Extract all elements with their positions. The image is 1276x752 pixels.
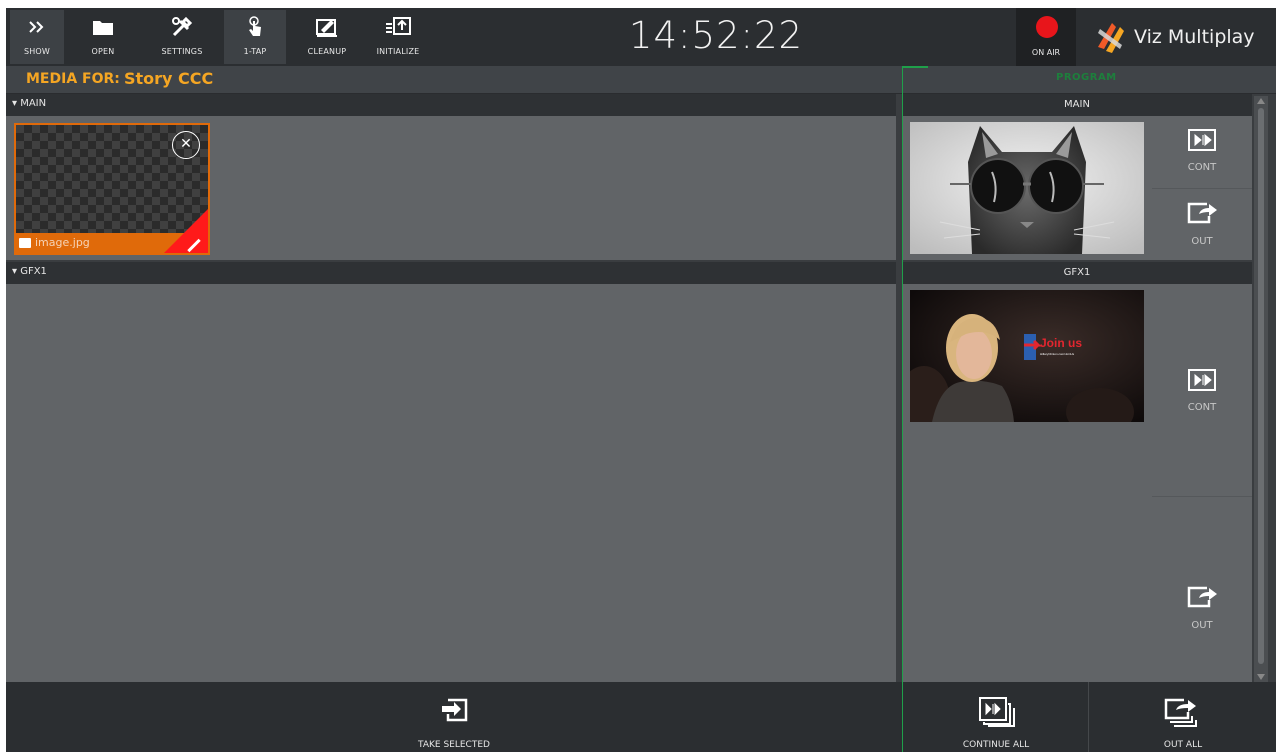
selected-corner-icon <box>164 209 208 253</box>
section-header-main[interactable]: ▾ MAIN <box>6 94 896 116</box>
scroll-up-icon[interactable] <box>1257 98 1265 104</box>
program-label: PROGRAM <box>1056 72 1117 83</box>
scroll-thumb[interactable] <box>1258 108 1264 664</box>
program-divider-line <box>902 66 903 752</box>
divider <box>1088 682 1089 752</box>
section-header-gfx1[interactable]: ▾ GFX1 <box>6 262 896 284</box>
viz-multiplay-window: SHOW OPEN SETTINGS 1-TAP CLEANUP INITIAL… <box>6 8 1276 752</box>
main-cont-button[interactable]: CONT <box>1152 128 1252 173</box>
join-us-text: Join us <box>1040 336 1083 350</box>
tap-hand-icon <box>245 10 265 44</box>
gfx1-cont-label: CONT <box>1187 402 1217 413</box>
media-for-label: MEDIA FOR: <box>26 71 120 87</box>
image-icon <box>19 238 31 248</box>
continue-all-label: CONTINUE ALL <box>962 740 1030 750</box>
folder-icon <box>91 10 115 44</box>
tools-icon <box>170 10 194 44</box>
gfx1-media-area <box>6 284 896 682</box>
cat-preview-image <box>910 122 1144 254</box>
bottom-bar: TAKE SELECTED CONTINUE ALL OUT ALL <box>6 682 1276 752</box>
take-selected-label: TAKE SELECTED <box>418 740 490 750</box>
open-button[interactable]: OPEN <box>76 10 130 64</box>
out-all-label: OUT ALL <box>1163 740 1203 750</box>
gfx1-out-button[interactable]: OUT <box>1152 584 1252 631</box>
brand-name: Viz Multiplay <box>1134 26 1255 48</box>
brand: Viz Multiplay <box>1076 8 1276 66</box>
settings-label: SETTINGS <box>161 47 203 56</box>
initialize-label: INITIALIZE <box>376 47 420 56</box>
take-selected-icon <box>438 696 470 728</box>
initialize-icon <box>384 10 412 44</box>
out-icon <box>1187 202 1217 224</box>
preview-header-gfx1: GFX1 <box>902 262 1252 284</box>
close-icon[interactable]: ✕ <box>172 131 200 159</box>
main-actions: CONT OUT <box>1152 116 1252 260</box>
cleanup-label: CLEANUP <box>307 47 347 56</box>
continue-all-button[interactable]: CONTINUE ALL <box>904 682 1088 752</box>
one-tap-button[interactable]: 1-TAP <box>224 10 286 64</box>
media-item-filename: image.jpg <box>35 236 90 249</box>
story-title: Story CCC <box>124 69 214 88</box>
out-icon <box>1187 586 1217 608</box>
viz-logo-icon <box>1098 23 1124 53</box>
show-label: SHOW <box>23 47 51 56</box>
gfx1-cont-button[interactable]: CONT <box>1152 368 1252 413</box>
gfx1-actions: CONT OUT <box>1152 284 1252 682</box>
show-button[interactable]: SHOW <box>10 10 64 64</box>
double-chevron-right-icon <box>27 10 47 44</box>
divider <box>1152 496 1252 497</box>
preview-header-main: MAIN <box>902 94 1252 116</box>
section-title-main: ▾ MAIN <box>12 98 47 109</box>
initialize-button[interactable]: INITIALIZE <box>366 10 430 64</box>
gfx1-program-preview[interactable]: Join us HillaryClinton.com/JoinUs <box>910 290 1144 422</box>
one-tap-label: 1-TAP <box>243 47 267 56</box>
continue-all-icon <box>976 696 1016 728</box>
main-cont-label: CONT <box>1187 162 1217 173</box>
on-air-label: ON AIR <box>1031 48 1061 57</box>
top-toolbar: SHOW OPEN SETTINGS 1-TAP CLEANUP INITIAL… <box>6 8 1276 66</box>
main-out-label: OUT <box>1191 236 1213 247</box>
out-all-icon <box>1162 696 1204 728</box>
continue-icon <box>1188 369 1216 391</box>
join-us-url: HillaryClinton.com/JoinUs <box>1040 352 1075 356</box>
rally-preview-image <box>910 290 1144 422</box>
take-selected-button[interactable]: TAKE SELECTED <box>6 682 902 752</box>
cleanup-icon <box>315 10 339 44</box>
media-item-image[interactable]: ✕ image.jpg <box>14 123 210 255</box>
out-all-button[interactable]: OUT ALL <box>1090 682 1276 752</box>
on-air-indicator[interactable]: ON AIR <box>1016 8 1076 66</box>
cleanup-button[interactable]: CLEANUP <box>296 10 358 64</box>
on-air-dot-icon <box>1036 16 1058 38</box>
gfx1-out-label: OUT <box>1191 620 1213 631</box>
scroll-down-icon[interactable] <box>1257 674 1265 680</box>
program-line-tick <box>902 66 928 68</box>
settings-button[interactable]: SETTINGS <box>150 10 214 64</box>
section-title-gfx1: ▾ GFX1 <box>12 266 47 277</box>
open-label: OPEN <box>91 47 115 56</box>
divider <box>1152 188 1252 189</box>
continue-icon <box>1188 129 1216 151</box>
main-program-preview[interactable] <box>910 122 1144 254</box>
main-out-button[interactable]: OUT <box>1152 200 1252 247</box>
clock: 14:52:22 <box>628 14 804 57</box>
vertical-scrollbar[interactable] <box>1254 96 1268 682</box>
